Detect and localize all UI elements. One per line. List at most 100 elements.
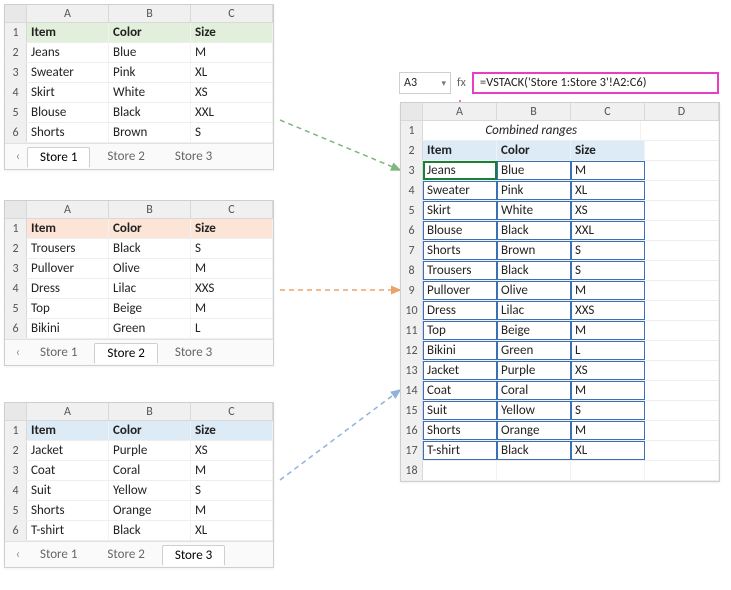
header-cell[interactable]: Color — [497, 141, 571, 160]
cell[interactable]: Shorts — [27, 501, 109, 520]
cell[interactable]: XS — [571, 361, 645, 380]
cell[interactable]: M — [571, 381, 645, 400]
cell[interactable]: Purple — [109, 441, 191, 460]
header-cell[interactable]: Item — [423, 141, 497, 160]
cell[interactable]: M — [571, 161, 645, 180]
cell[interactable]: Jacket — [27, 441, 109, 460]
cell[interactable]: L — [191, 319, 273, 338]
row-header[interactable]: 3 — [5, 259, 27, 278]
cell[interactable]: S — [571, 261, 645, 280]
row-header[interactable]: 3 — [5, 63, 27, 82]
row-header[interactable]: 6 — [401, 221, 423, 240]
select-all-corner[interactable] — [5, 201, 27, 218]
cell[interactable]: Skirt — [27, 83, 109, 102]
cell[interactable]: Orange — [109, 501, 191, 520]
cell[interactable]: Dress — [27, 279, 109, 298]
col-header[interactable]: A — [27, 201, 109, 218]
cell[interactable]: Blue — [497, 161, 571, 180]
row-header[interactable]: 9 — [401, 281, 423, 300]
cell[interactable] — [497, 461, 571, 480]
cell[interactable] — [645, 341, 719, 360]
cell[interactable]: XXL — [571, 221, 645, 240]
row-header[interactable]: 7 — [401, 241, 423, 260]
cell[interactable]: Top — [423, 321, 497, 340]
chevron-down-icon[interactable]: ▾ — [441, 78, 446, 89]
cell[interactable]: Green — [497, 341, 571, 360]
cell[interactable] — [641, 121, 720, 140]
cell[interactable]: Pullover — [423, 281, 497, 300]
row-header[interactable]: 6 — [5, 123, 27, 142]
row-header[interactable]: 17 — [401, 441, 423, 460]
cell[interactable] — [645, 201, 719, 220]
cell[interactable] — [645, 361, 719, 380]
col-header[interactable]: B — [109, 403, 191, 420]
formula-input[interactable]: =VSTACK('Store 1:Store 3'!A2:C6) — [472, 72, 719, 94]
col-header[interactable]: C — [571, 103, 645, 120]
cell[interactable]: Olive — [497, 281, 571, 300]
cell[interactable]: Suit — [27, 481, 109, 500]
cell[interactable]: Suit — [423, 401, 497, 420]
col-header[interactable]: B — [109, 201, 191, 218]
cell[interactable]: Blue — [109, 43, 191, 62]
cell[interactable]: Black — [109, 521, 191, 540]
cell[interactable]: Skirt — [423, 201, 497, 220]
row-header[interactable]: 4 — [401, 181, 423, 200]
cell[interactable]: T-shirt — [423, 441, 497, 460]
row-header[interactable]: 1 — [5, 219, 27, 238]
cell[interactable] — [645, 381, 719, 400]
header-cell[interactable]: Item — [27, 219, 109, 238]
tab-nav-prev-icon[interactable]: ‹ — [11, 547, 25, 562]
cell[interactable]: Pink — [497, 181, 571, 200]
cell[interactable]: Orange — [497, 421, 571, 440]
tab-nav-prev-icon[interactable]: ‹ — [11, 149, 25, 164]
cell[interactable]: Brown — [109, 123, 191, 142]
select-all-corner[interactable] — [401, 103, 423, 120]
row-header[interactable]: 2 — [5, 441, 27, 460]
cell[interactable] — [645, 221, 719, 240]
row-header[interactable]: 8 — [401, 261, 423, 280]
row-header[interactable]: 18 — [401, 461, 423, 480]
tab-store1[interactable]: Store 1 — [27, 342, 90, 363]
cell[interactable]: XXS — [191, 279, 273, 298]
cell[interactable]: XXL — [191, 103, 273, 122]
header-cell[interactable]: Color — [109, 421, 191, 440]
cell[interactable]: Yellow — [497, 401, 571, 420]
cell[interactable]: S — [571, 401, 645, 420]
header-cell[interactable]: Item — [27, 23, 109, 42]
col-header[interactable]: D — [645, 103, 719, 120]
cell[interactable]: Yellow — [109, 481, 191, 500]
cell[interactable]: XL — [191, 521, 273, 540]
col-header[interactable]: C — [191, 403, 273, 420]
cell[interactable]: M — [571, 281, 645, 300]
cell[interactable]: Jeans — [27, 43, 109, 62]
tab-nav-prev-icon[interactable]: ‹ — [11, 345, 25, 360]
cell[interactable]: XS — [571, 201, 645, 220]
row-header[interactable]: 13 — [401, 361, 423, 380]
cell[interactable] — [645, 301, 719, 320]
header-cell[interactable]: Size — [191, 23, 273, 42]
cell[interactable]: M — [571, 321, 645, 340]
cell[interactable]: Black — [109, 239, 191, 258]
cell[interactable] — [645, 281, 719, 300]
cell[interactable]: Bikini — [27, 319, 109, 338]
cell[interactable]: Blouse — [423, 221, 497, 240]
cell[interactable]: XL — [191, 63, 273, 82]
tab-store2[interactable]: Store 2 — [94, 343, 157, 364]
cell[interactable]: L — [571, 341, 645, 360]
cell[interactable]: Coat — [27, 461, 109, 480]
cell[interactable]: Coral — [497, 381, 571, 400]
name-box[interactable]: A3 ▾ — [399, 72, 451, 94]
row-header[interactable]: 6 — [5, 319, 27, 338]
select-all-corner[interactable] — [5, 403, 27, 420]
select-all-corner[interactable] — [5, 5, 27, 22]
row-header[interactable]: 5 — [5, 501, 27, 520]
fx-icon[interactable]: fx — [455, 76, 468, 90]
cell[interactable]: Shorts — [27, 123, 109, 142]
tab-store2[interactable]: Store 2 — [94, 544, 157, 565]
row-header[interactable]: 2 — [5, 239, 27, 258]
cell[interactable]: Blouse — [27, 103, 109, 122]
cell[interactable]: Purple — [497, 361, 571, 380]
row-header[interactable]: 5 — [401, 201, 423, 220]
cell[interactable]: Jeans — [423, 161, 497, 180]
row-header[interactable]: 11 — [401, 321, 423, 340]
